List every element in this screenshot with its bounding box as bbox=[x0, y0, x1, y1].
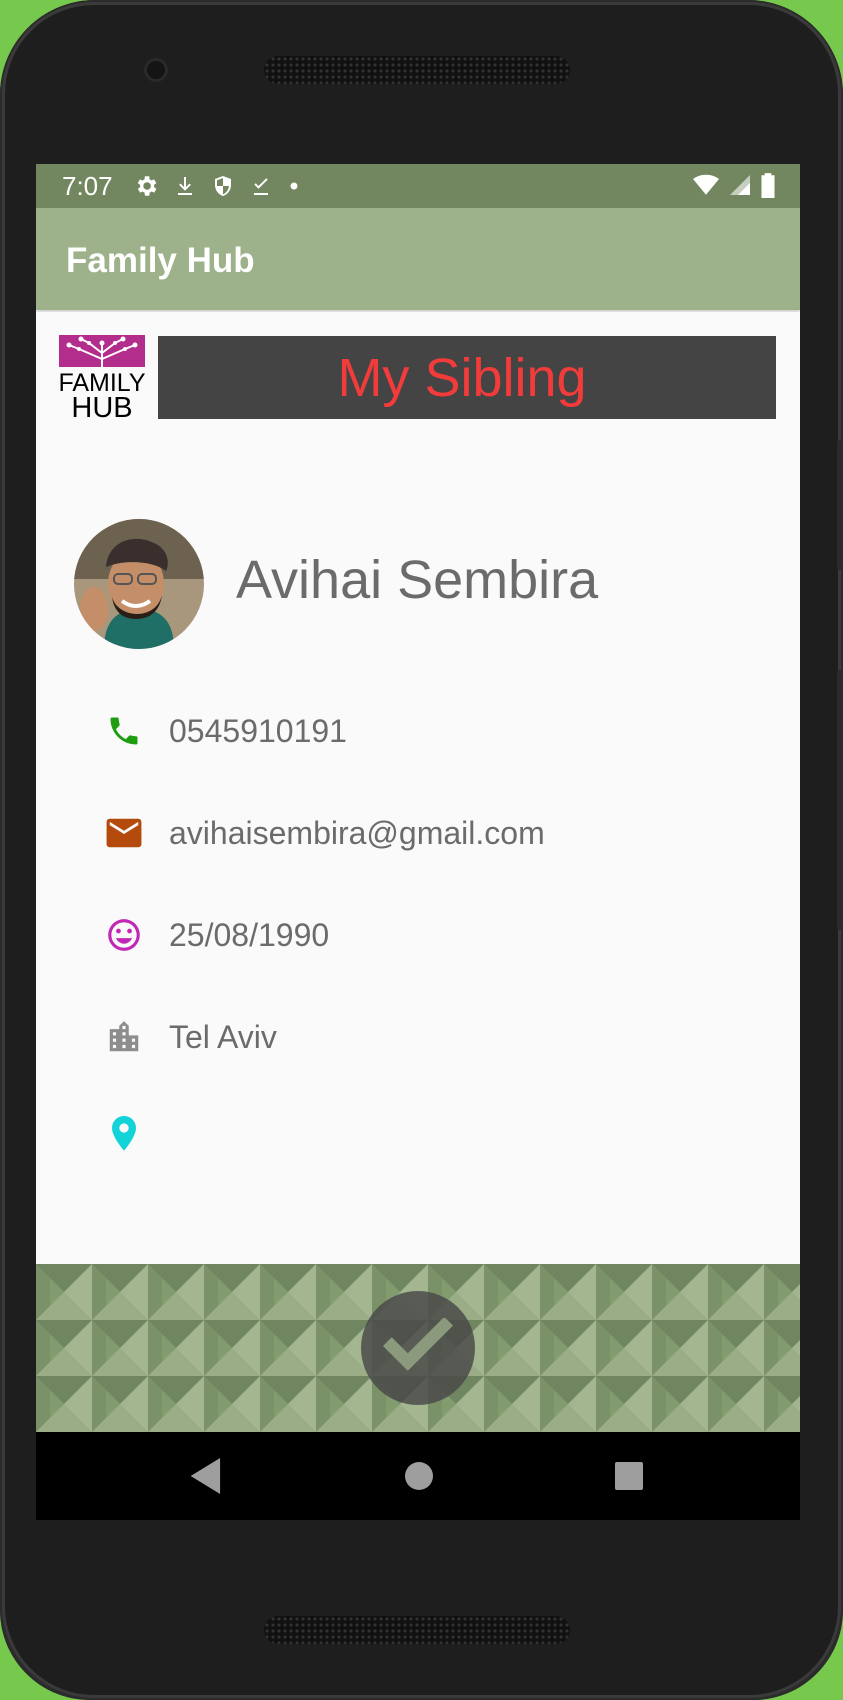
home-icon[interactable] bbox=[403, 1458, 435, 1499]
confirm-fab[interactable] bbox=[361, 1291, 475, 1405]
location-row[interactable] bbox=[104, 1111, 169, 1161]
phone-icon bbox=[104, 711, 144, 751]
bottom-speaker bbox=[264, 1616, 570, 1644]
logo-text-hub: HUB bbox=[71, 392, 132, 419]
smiley-icon bbox=[104, 915, 144, 955]
back-icon[interactable] bbox=[190, 1458, 224, 1499]
shield-icon bbox=[211, 173, 235, 199]
app-bar: Family Hub bbox=[36, 208, 800, 310]
city-name: Tel Aviv bbox=[169, 1018, 277, 1055]
email-address: avihaisembira@gmail.com bbox=[169, 814, 545, 851]
phone-number: 0545910191 bbox=[169, 712, 347, 749]
family-hub-logo: FAMILY HUB bbox=[58, 335, 146, 424]
footer-pattern bbox=[36, 1264, 800, 1432]
checkmark-download-icon bbox=[249, 173, 273, 199]
banner: My Sibling bbox=[158, 336, 776, 419]
email-icon bbox=[104, 813, 144, 853]
dot-icon bbox=[287, 173, 301, 199]
city-row: Tel Aviv bbox=[104, 1012, 277, 1062]
birthday-row: 25/08/1990 bbox=[104, 910, 329, 960]
recents-icon[interactable] bbox=[614, 1458, 644, 1499]
wifi-icon bbox=[692, 172, 720, 203]
system-nav-bar bbox=[36, 1432, 800, 1520]
gear-icon bbox=[133, 173, 159, 199]
cell-signal-icon bbox=[728, 172, 752, 203]
battery-icon bbox=[760, 172, 776, 203]
status-bar: 7:07 bbox=[36, 164, 800, 208]
app-title: Family Hub bbox=[66, 241, 255, 280]
birthday-date: 25/08/1990 bbox=[169, 916, 330, 953]
location-pin-icon bbox=[104, 1116, 144, 1156]
status-time: 7:07 bbox=[62, 170, 113, 201]
volume-button bbox=[837, 670, 843, 930]
checkmark-icon bbox=[383, 1316, 453, 1379]
phone-row[interactable]: 0545910191 bbox=[104, 706, 347, 756]
screen: 7:07 Family Hub FAMILY HUB My Sibling Av… bbox=[36, 164, 800, 1520]
top-speaker bbox=[264, 56, 570, 84]
email-row[interactable]: avihaisembira@gmail.com bbox=[104, 808, 545, 858]
contact-details: FAMILY HUB My Sibling Avihai Sembira 054… bbox=[36, 312, 800, 1260]
avatar bbox=[74, 519, 204, 649]
power-button bbox=[837, 440, 843, 570]
city-icon bbox=[104, 1017, 144, 1057]
banner-title: My Sibling bbox=[337, 347, 587, 408]
download-icon bbox=[173, 173, 197, 199]
front-camera bbox=[144, 58, 168, 82]
phone-frame: 7:07 Family Hub FAMILY HUB My Sibling Av… bbox=[0, 0, 843, 1700]
contact-name: Avihai Sembira bbox=[236, 550, 599, 610]
